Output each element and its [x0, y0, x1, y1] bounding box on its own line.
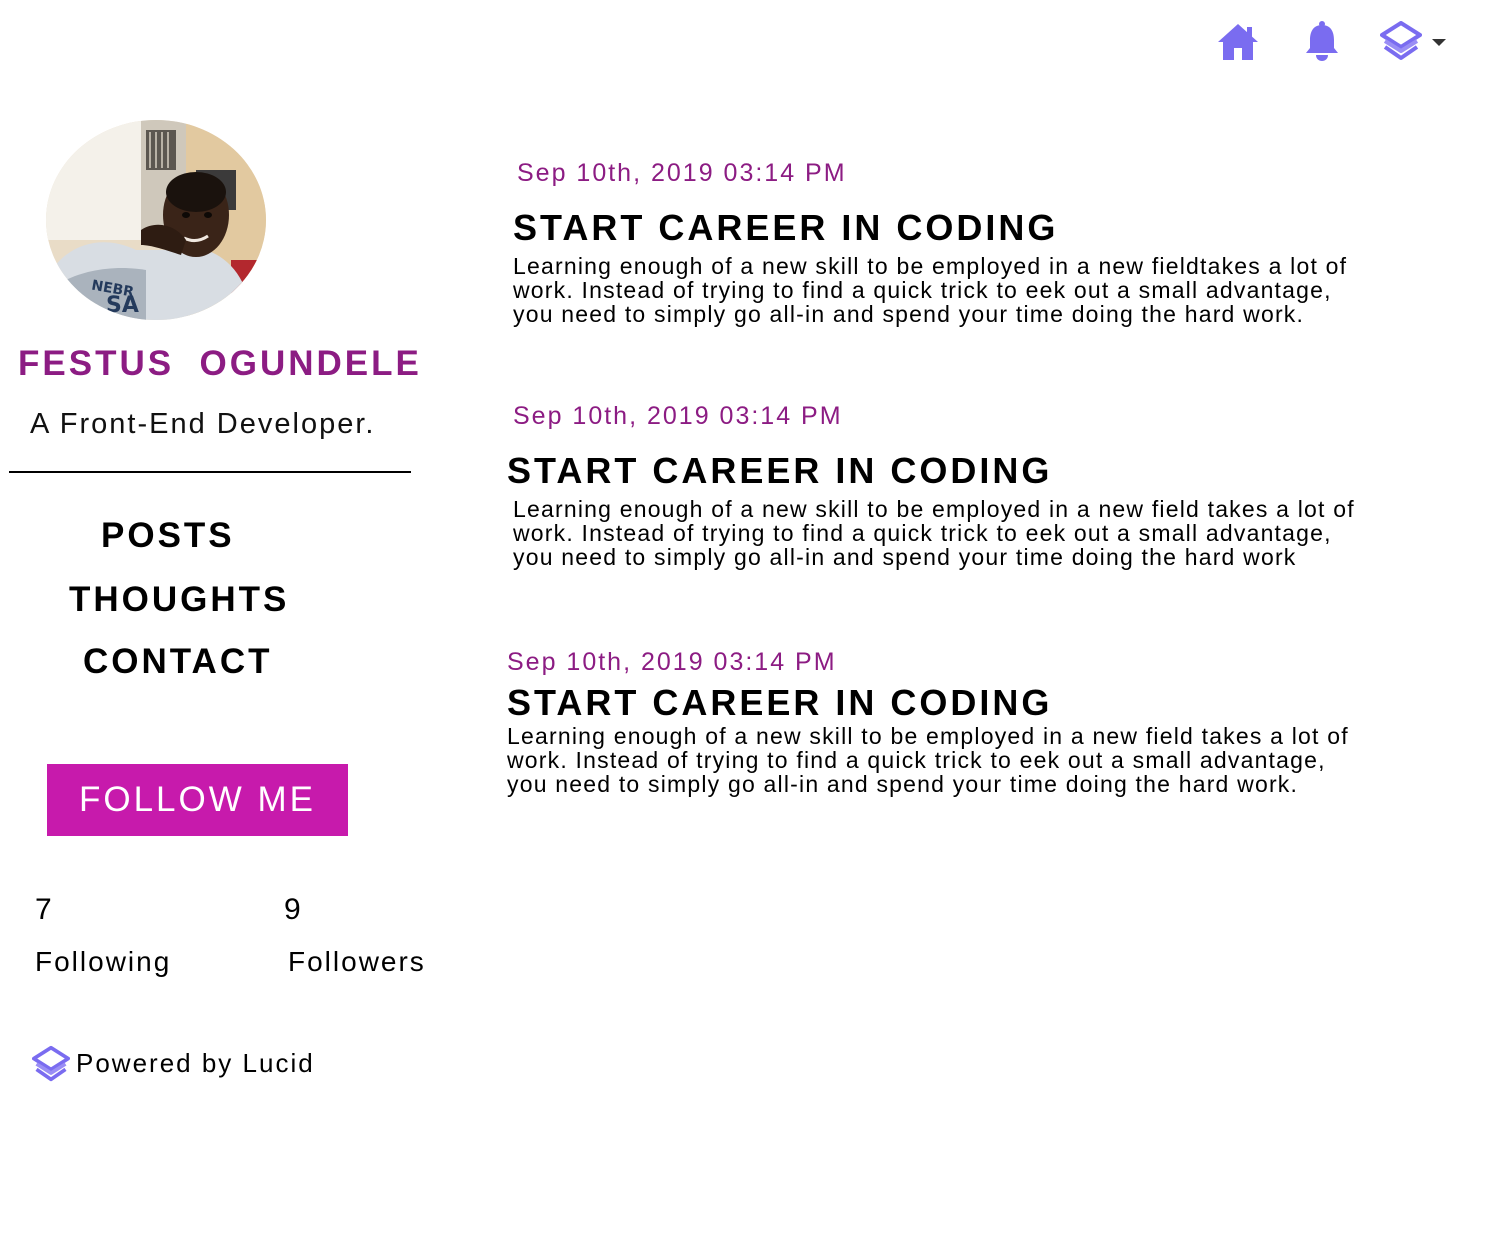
nav-contact-link[interactable]: CONTACT [83, 642, 273, 682]
bell-icon[interactable] [1304, 20, 1340, 67]
sidebar-divider [9, 471, 411, 473]
caret-down-icon[interactable] [1432, 34, 1446, 52]
post-title[interactable]: START CAREER IN CODING [513, 206, 1453, 250]
post-title[interactable]: START CAREER IN CODING [507, 681, 1447, 725]
followers-count[interactable]: 9 [284, 893, 301, 927]
top-nav [1210, 18, 1460, 66]
powered-by-text: Powered by Lucid [76, 1048, 315, 1078]
post-excerpt-line: Learning enough of a new skill to be emp… [513, 253, 1348, 279]
follow-me-button[interactable]: FOLLOW ME [47, 764, 348, 836]
home-icon[interactable] [1216, 22, 1260, 67]
post-excerpt: Learning enough of a new skill to be emp… [507, 724, 1447, 796]
post-card: Sep 10th, 2019 03:14 PM START CAREER IN … [507, 647, 1447, 796]
post-title[interactable]: START CAREER IN CODING [507, 449, 1447, 493]
post-date: Sep 10th, 2019 03:14 PM [513, 402, 843, 430]
post-excerpt: Learning enough of a new skill to be emp… [513, 254, 1453, 326]
post-excerpt-line: work. Instead of trying to find a quick … [513, 277, 1332, 303]
lucid-logo-icon[interactable] [1380, 21, 1422, 66]
avatar: NEBR SA [46, 120, 266, 320]
post-card: Sep 10th, 2019 03:14 PM START CAREER IN … [507, 401, 1447, 569]
post-excerpt-line: work. Instead of trying to find a quick … [513, 520, 1332, 546]
post-excerpt-line: you need to simply go all-in and spend y… [513, 544, 1297, 570]
post-excerpt-line: Learning enough of a new skill to be emp… [507, 723, 1349, 749]
profile-tagline: A Front-End Developer. [30, 408, 376, 440]
profile-name: FESTUS OGUNDELE [18, 344, 422, 383]
post-date: Sep 10th, 2019 03:14 PM [507, 648, 837, 676]
post-excerpt-line: you need to simply go all-in and spend y… [507, 771, 1299, 797]
post-date: Sep 10th, 2019 03:14 PM [517, 159, 847, 187]
lucid-logo-icon [32, 1045, 70, 1088]
post-card: Sep 10th, 2019 03:14 PM START CAREER IN … [513, 158, 1453, 326]
nav-posts-link[interactable]: POSTS [101, 516, 235, 556]
post-excerpt-line: Learning enough of a new skill to be emp… [513, 496, 1355, 522]
following-label[interactable]: Following [35, 946, 171, 978]
post-excerpt-line: you need to simply go all-in and spend y… [513, 301, 1305, 327]
svg-text:SA: SA [106, 293, 139, 318]
post-excerpt-line: work. Instead of trying to find a quick … [507, 747, 1326, 773]
nav-thoughts-link[interactable]: THOUGHTS [69, 580, 289, 620]
followers-label[interactable]: Followers [288, 946, 426, 978]
following-count[interactable]: 7 [35, 893, 52, 927]
post-excerpt: Learning enough of a new skill to be emp… [513, 497, 1447, 569]
